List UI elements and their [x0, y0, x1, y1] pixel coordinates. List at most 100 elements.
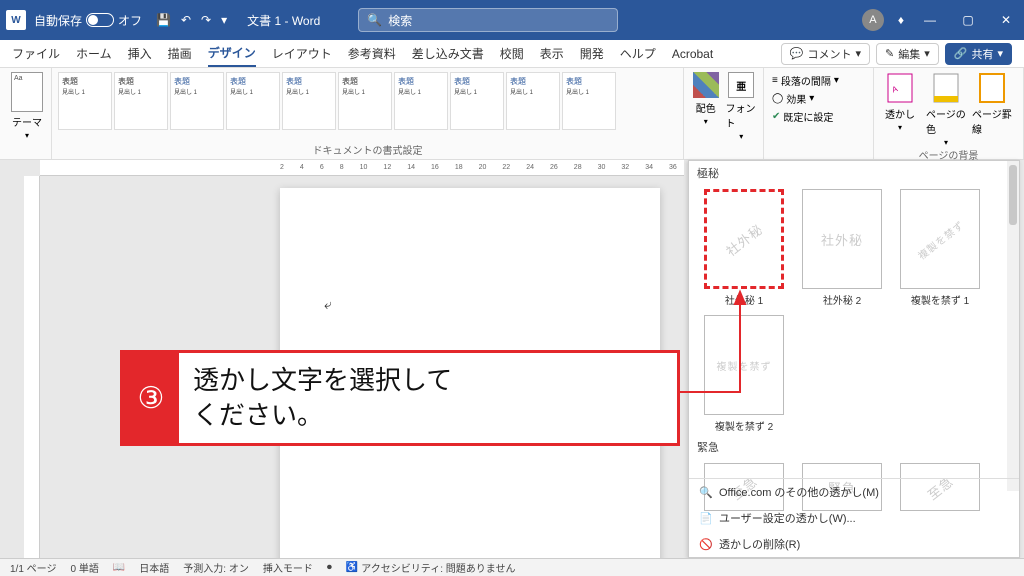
tab-acrobat[interactable]: Acrobat [672, 43, 713, 65]
redo-icon[interactable]: ↷ [201, 13, 211, 27]
ribbon-tabs: ファイル ホーム 挿入 描画 デザイン レイアウト 参考資料 差し込み文書 校閲… [0, 40, 1024, 68]
tab-draw[interactable]: 描画 [168, 41, 192, 66]
group-label: ドキュメントの書式設定 [58, 142, 677, 157]
section-urgent: 緊急 [689, 435, 1019, 459]
custom-watermark[interactable]: 📄ユーザー設定の透かし(W)... [689, 505, 1019, 531]
watermark-option-confidential-2[interactable]: 社外秘 社外秘 2 [797, 189, 887, 307]
tab-references[interactable]: 参考資料 [348, 41, 396, 66]
toggle-off-icon[interactable] [86, 13, 114, 27]
callout-number: ③ [123, 353, 179, 443]
callout-text: 透かし文字を選択して ください。 [179, 353, 677, 443]
account-avatar[interactable]: A [862, 9, 884, 31]
diamond-icon[interactable]: ♦ [898, 13, 904, 27]
ribbon: Aa テーマ ▾ 表題見出し 1 表題見出し 1 表題見出し 1 表題見出し 1… [0, 68, 1024, 160]
style-thumb[interactable]: 表題見出し 1 [170, 72, 224, 130]
document-formatting-gallery[interactable]: 表題見出し 1 表題見出し 1 表題見出し 1 表題見出し 1 表題見出し 1 … [58, 72, 677, 130]
page-color-button[interactable]: ページの色▾ [926, 72, 966, 147]
insert-mode-status[interactable]: 挿入モード [263, 560, 313, 575]
page-border-icon [978, 72, 1006, 104]
language-status[interactable]: 日本語 [139, 560, 169, 575]
tab-file[interactable]: ファイル [12, 41, 60, 66]
autosave-state: オフ [118, 12, 142, 29]
accessibility-status[interactable]: ♿ アクセシビリティ: 問題ありません [346, 560, 516, 575]
style-thumb[interactable]: 表題見出し 1 [338, 72, 392, 130]
chevron-down-icon: ▾ [25, 131, 29, 140]
colors-icon [693, 72, 719, 98]
status-bar: 1/1 ページ 0 単語 📖 日本語 予測入力: オン 挿入モード ⏺ ♿ アク… [0, 558, 1024, 576]
tab-view[interactable]: 表示 [540, 41, 564, 66]
search-icon: 🔍 [367, 13, 382, 27]
autosave-label: 自動保存 [34, 12, 82, 29]
page-borders-button[interactable]: ページ罫線 [972, 72, 1012, 147]
tab-developer[interactable]: 開発 [580, 41, 604, 66]
qat-more-icon[interactable]: ▾ [221, 13, 227, 27]
horizontal-ruler[interactable]: 2468101214161820222426283032343638 [40, 160, 684, 176]
remove-watermark[interactable]: 🚫透かしの削除(R) [689, 531, 1019, 557]
quick-access-toolbar: 💾 ↶ ↷ ▾ [156, 13, 227, 27]
save-icon[interactable]: 💾 [156, 13, 171, 27]
themes-button[interactable]: Aa テーマ ▾ [6, 72, 48, 140]
word-app-icon: W [6, 10, 26, 30]
page-color-icon [932, 72, 960, 104]
predictive-input-status[interactable]: 予測入力: オン [183, 560, 249, 575]
document-title: 文書 1 - Word [247, 12, 320, 29]
tab-help[interactable]: ヘルプ [620, 41, 656, 66]
watermark-icon: A [886, 72, 914, 104]
style-thumb[interactable]: 表題見出し 1 [394, 72, 448, 130]
instruction-callout: ③ 透かし文字を選択して ください。 [120, 350, 680, 446]
style-thumb[interactable]: 表題見出し 1 [450, 72, 504, 130]
watermark-option-donotcopy-2[interactable]: 複製を禁ず 複製を禁ず 2 [699, 315, 789, 433]
watermark-option-donotcopy-1[interactable]: 複製を禁ず 複製を禁ず 1 [895, 189, 985, 307]
share-button[interactable]: 🔗 共有 ▾ [945, 43, 1012, 65]
watermark-option-confidential-1[interactable]: 社外秘 社外秘 1 [699, 189, 789, 307]
style-thumb[interactable]: 表題見出し 1 [506, 72, 560, 130]
word-count[interactable]: 0 単語 [70, 560, 98, 575]
watermark-button[interactable]: A 透かし▾ [880, 72, 920, 147]
paragraph-spacing-button[interactable]: ≡段落の間隔 ▾ [770, 72, 867, 89]
editing-mode-button[interactable]: ✎ 編集 ▾ [876, 43, 939, 65]
spellcheck-icon[interactable]: 📖 [113, 562, 125, 573]
style-thumb[interactable]: 表題見出し 1 [58, 72, 112, 130]
maximize-button[interactable]: ▢ [956, 13, 980, 27]
search-placeholder: 検索 [388, 12, 412, 29]
tab-design[interactable]: デザイン [208, 40, 256, 67]
search-box[interactable]: 🔍 検索 [358, 8, 618, 32]
check-icon: ✔ [772, 111, 780, 122]
paragraph-mark-icon: ⤶ [324, 296, 332, 313]
macro-record-icon[interactable]: ⏺ [327, 562, 332, 573]
style-thumb[interactable]: 表題見出し 1 [226, 72, 280, 130]
minimize-button[interactable]: — [918, 13, 942, 27]
tab-insert[interactable]: 挿入 [128, 41, 152, 66]
watermark-gallery-panel: 極秘 社外秘 社外秘 1 社外秘 社外秘 2 複製を禁ず 複製を禁ず 1 複製を… [688, 160, 1020, 558]
delete-icon: 🚫 [699, 537, 713, 551]
tab-review[interactable]: 校閲 [500, 41, 524, 66]
panel-scrollbar[interactable] [1007, 161, 1019, 491]
tab-layout[interactable]: レイアウト [272, 41, 332, 66]
set-default-button[interactable]: ✔既定に設定 [770, 108, 867, 125]
tab-mailings[interactable]: 差し込み文書 [412, 41, 484, 66]
vertical-ruler[interactable] [24, 176, 40, 558]
spacing-icon: ≡ [772, 75, 778, 86]
section-confidential: 極秘 [689, 161, 1019, 185]
page-icon: 📄 [699, 511, 713, 525]
style-thumb[interactable]: 表題見出し 1 [114, 72, 168, 130]
scrollbar-thumb[interactable] [1009, 165, 1017, 225]
title-bar: W 自動保存 オフ 💾 ↶ ↷ ▾ 文書 1 - Word 🔍 検索 A ♦ —… [0, 0, 1024, 40]
effects-icon: ◯ [772, 93, 783, 104]
more-watermarks-office[interactable]: 🔍Office.com のその他の透かし(M) [689, 479, 1019, 505]
page-count[interactable]: 1/1 ページ [10, 560, 56, 575]
close-button[interactable]: ✕ [994, 13, 1018, 27]
style-thumb[interactable]: 表題見出し 1 [562, 72, 616, 130]
colors-button[interactable]: 配色▾ [690, 72, 722, 126]
theme-icon: Aa [11, 72, 43, 112]
undo-icon[interactable]: ↶ [181, 13, 191, 27]
effects-button[interactable]: ◯効果 ▾ [770, 90, 867, 107]
comments-button[interactable]: 💬 コメント ▾ [781, 43, 870, 65]
tab-home[interactable]: ホーム [76, 41, 112, 66]
style-thumb[interactable]: 表題見出し 1 [282, 72, 336, 130]
fonts-icon: 亜 [728, 72, 754, 98]
autosave-toggle[interactable]: 自動保存 オフ [34, 12, 142, 29]
fonts-button[interactable]: 亜フォント▾ [726, 72, 758, 141]
watermark-panel-footer: 🔍Office.com のその他の透かし(M) 📄ユーザー設定の透かし(W)..… [689, 478, 1019, 557]
search-icon: 🔍 [699, 485, 713, 499]
